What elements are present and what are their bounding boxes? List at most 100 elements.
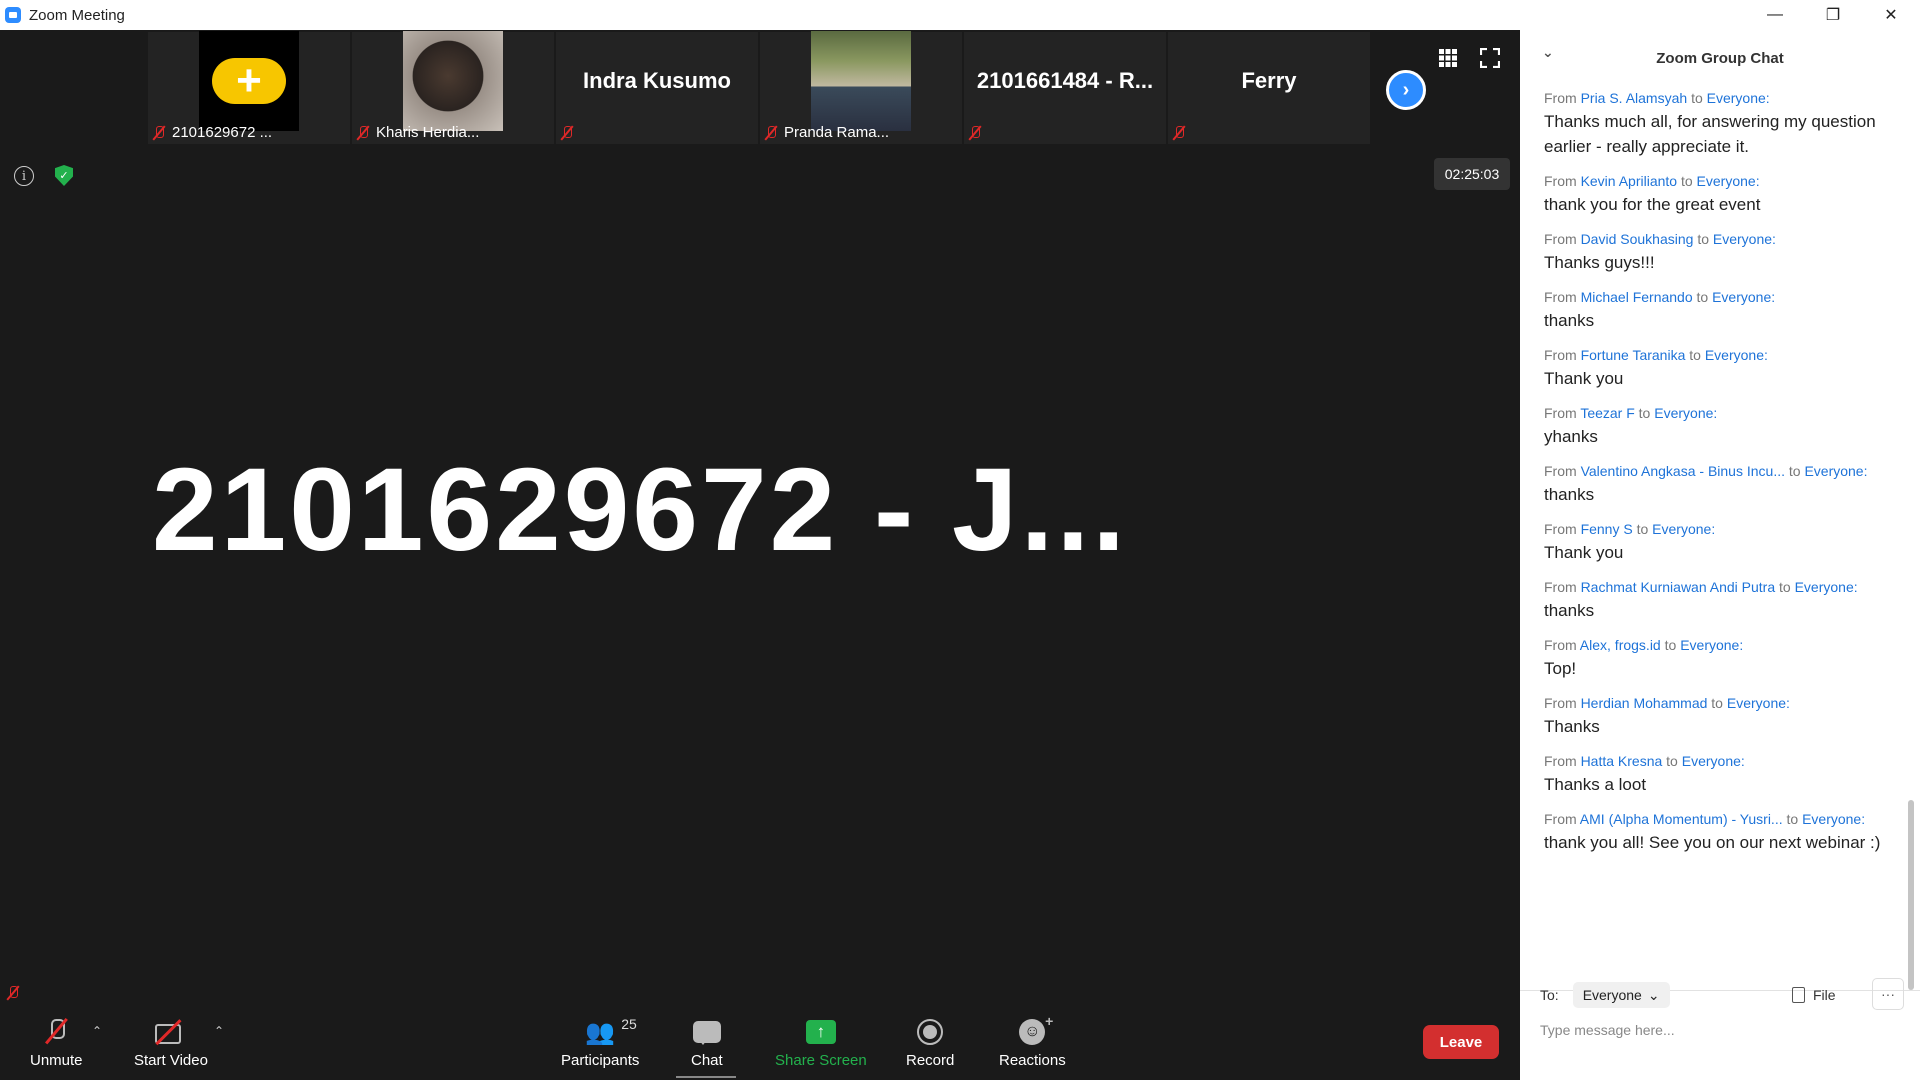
sender-name[interactable]: Kevin Aprilianto bbox=[1581, 173, 1678, 189]
chat-scrollbar[interactable] bbox=[1908, 800, 1914, 990]
to-word: to bbox=[1697, 231, 1709, 247]
unmute-label: Unmute bbox=[30, 1052, 83, 1069]
message-meta: From Kevin Aprilianto to Everyone: bbox=[1544, 173, 1904, 190]
recipient-name[interactable]: Everyone: bbox=[1697, 173, 1760, 189]
chat-header: ⌄ Zoom Group Chat bbox=[1520, 30, 1920, 86]
video-options-caret-icon[interactable]: ⌃ bbox=[214, 1024, 224, 1038]
sender-name[interactable]: Herdian Mohammad bbox=[1581, 695, 1708, 711]
mic-muted-icon bbox=[152, 125, 166, 141]
next-page-button[interactable]: › bbox=[1386, 70, 1426, 110]
more-options-button[interactable]: ··· bbox=[1872, 978, 1904, 1010]
file-icon bbox=[1792, 987, 1805, 1003]
collapse-chevron-icon[interactable]: ⌄ bbox=[1542, 44, 1554, 61]
encryption-shield-icon[interactable]: ✓ bbox=[55, 165, 73, 186]
participant-name: Kharis Herdia... bbox=[376, 124, 480, 141]
message-meta: From AMI (Alpha Momentum) - Yusri... to … bbox=[1544, 811, 1904, 828]
recipient-name[interactable]: Everyone: bbox=[1795, 579, 1858, 595]
file-button[interactable]: File bbox=[1792, 982, 1836, 1008]
message-meta: From Herdian Mohammad to Everyone: bbox=[1544, 695, 1904, 712]
share-screen-button[interactable]: ↑ Share Screen bbox=[775, 1014, 867, 1069]
participant-name: Ferry bbox=[1241, 68, 1297, 93]
to-word: to bbox=[1691, 90, 1703, 106]
message-text: thanks bbox=[1544, 485, 1595, 504]
message-input[interactable] bbox=[1540, 1016, 1900, 1044]
recipient-name[interactable]: Everyone: bbox=[1654, 405, 1717, 421]
participant-label bbox=[968, 125, 982, 141]
restore-button[interactable]: ❐ bbox=[1804, 0, 1862, 30]
reactions-button[interactable]: ☺ + Reactions bbox=[999, 1013, 1066, 1069]
sender-name[interactable]: AMI (Alpha Momentum) - Yusri... bbox=[1580, 811, 1783, 827]
sender-name[interactable]: Alex, frogs.id bbox=[1580, 637, 1661, 653]
from-word: From bbox=[1544, 289, 1577, 305]
start-video-button[interactable]: Start Video bbox=[134, 1014, 208, 1069]
message-text: thank you for the great event bbox=[1544, 195, 1761, 214]
message-meta: From Michael Fernando to Everyone: bbox=[1544, 289, 1904, 306]
recipient-name[interactable]: Everyone: bbox=[1680, 637, 1743, 653]
message-meta: From David Soukhasing to Everyone: bbox=[1544, 231, 1904, 248]
sender-name[interactable]: Teezar F bbox=[1580, 405, 1634, 421]
fullscreen-icon[interactable] bbox=[1478, 46, 1502, 70]
message-meta: From Valentino Angkasa - Binus Incu... t… bbox=[1544, 463, 1904, 480]
leave-button[interactable]: Leave bbox=[1423, 1025, 1499, 1059]
participant-tile[interactable]: Indra Kusumo bbox=[556, 32, 758, 144]
video-area: + 2101629672 ... Kharis Herdia... Indra … bbox=[0, 30, 1520, 1080]
to-word: to bbox=[1786, 811, 1799, 827]
info-icon[interactable]: i bbox=[14, 166, 34, 186]
recipient-name[interactable]: Everyone: bbox=[1727, 695, 1790, 711]
chat-button[interactable]: Chat bbox=[691, 1014, 723, 1069]
participant-tile[interactable]: Pranda Rama... bbox=[760, 31, 962, 144]
sender-name[interactable]: Hatta Kresna bbox=[1581, 753, 1663, 769]
message-text: Top! bbox=[1544, 659, 1577, 678]
record-button[interactable]: Record bbox=[906, 1014, 954, 1069]
audio-options-caret-icon[interactable]: ⌃ bbox=[92, 1024, 102, 1038]
from-word: From bbox=[1544, 90, 1577, 106]
recipient-name[interactable]: Everyone: bbox=[1713, 231, 1776, 247]
from-word: From bbox=[1544, 579, 1577, 595]
recipient-name[interactable]: Everyone: bbox=[1707, 90, 1770, 106]
recipient-name[interactable]: Everyone: bbox=[1804, 463, 1867, 479]
recipient-name[interactable]: Everyone: bbox=[1802, 811, 1865, 827]
participant-tile[interactable]: 2101661484 - R... bbox=[964, 32, 1166, 144]
recipient-name[interactable]: Everyone: bbox=[1682, 753, 1745, 769]
participant-tile[interactable]: Ferry bbox=[1168, 32, 1370, 144]
recipient-dropdown[interactable]: Everyone ⌄ bbox=[1572, 982, 1670, 1008]
sender-name[interactable]: Valentino Angkasa - Binus Incu... bbox=[1581, 463, 1785, 479]
sender-name[interactable]: Fenny S bbox=[1581, 521, 1633, 537]
participant-tile[interactable]: Kharis Herdia... bbox=[352, 31, 554, 144]
chat-message: From David Soukhasing to Everyone: Thanks… bbox=[1544, 231, 1904, 275]
message-meta: From Fenny S to Everyone: bbox=[1544, 521, 1904, 538]
sender-name[interactable]: Pria S. Alamsyah bbox=[1581, 90, 1688, 106]
chat-title: Zoom Group Chat bbox=[1656, 49, 1784, 67]
record-label: Record bbox=[906, 1052, 955, 1069]
from-word: From bbox=[1544, 347, 1577, 363]
sender-name[interactable]: Michael Fernando bbox=[1581, 289, 1693, 305]
share-screen-label: Share Screen bbox=[775, 1052, 867, 1069]
participant-name: 2101629672 ... bbox=[172, 124, 273, 141]
recipient-name[interactable]: Everyone: bbox=[1712, 289, 1775, 305]
from-word: From bbox=[1544, 811, 1577, 827]
chat-label: Chat bbox=[691, 1052, 723, 1069]
close-button[interactable]: ✕ bbox=[1862, 0, 1920, 30]
mic-muted-icon bbox=[6, 985, 20, 1001]
sender-name[interactable]: Fortune Taranika bbox=[1581, 347, 1686, 363]
window-controls: — ❐ ✕ bbox=[1746, 0, 1920, 30]
grid-view-icon[interactable] bbox=[1436, 46, 1460, 70]
mic-muted-icon bbox=[968, 125, 982, 141]
chat-message: From Teezar F to Everyone: yhanks bbox=[1544, 405, 1904, 449]
message-text: Thanks guys!!! bbox=[1544, 253, 1655, 272]
sender-name[interactable]: Rachmat Kurniawan Andi Putra bbox=[1581, 579, 1776, 595]
message-meta: From Hatta Kresna to Everyone: bbox=[1544, 753, 1904, 770]
recipient-name[interactable]: Everyone: bbox=[1705, 347, 1768, 363]
recipient-name[interactable]: Everyone: bbox=[1652, 521, 1715, 537]
minimize-button[interactable]: — bbox=[1746, 0, 1804, 30]
start-video-label: Start Video bbox=[134, 1052, 208, 1069]
from-word: From bbox=[1544, 521, 1577, 537]
participant-tile[interactable]: + 2101629672 ... bbox=[148, 31, 350, 144]
message-text: Thanks much all, for answering my questi… bbox=[1544, 112, 1876, 156]
participants-button[interactable]: 👥 25 Participants bbox=[561, 1014, 639, 1069]
message-text: Thank you bbox=[1544, 543, 1624, 562]
chat-message: From Hatta Kresna to Everyone: Thanks a l… bbox=[1544, 753, 1904, 797]
sender-name[interactable]: David Soukhasing bbox=[1581, 231, 1694, 247]
unmute-button[interactable]: Unmute bbox=[30, 1014, 83, 1069]
participant-label bbox=[560, 125, 574, 141]
